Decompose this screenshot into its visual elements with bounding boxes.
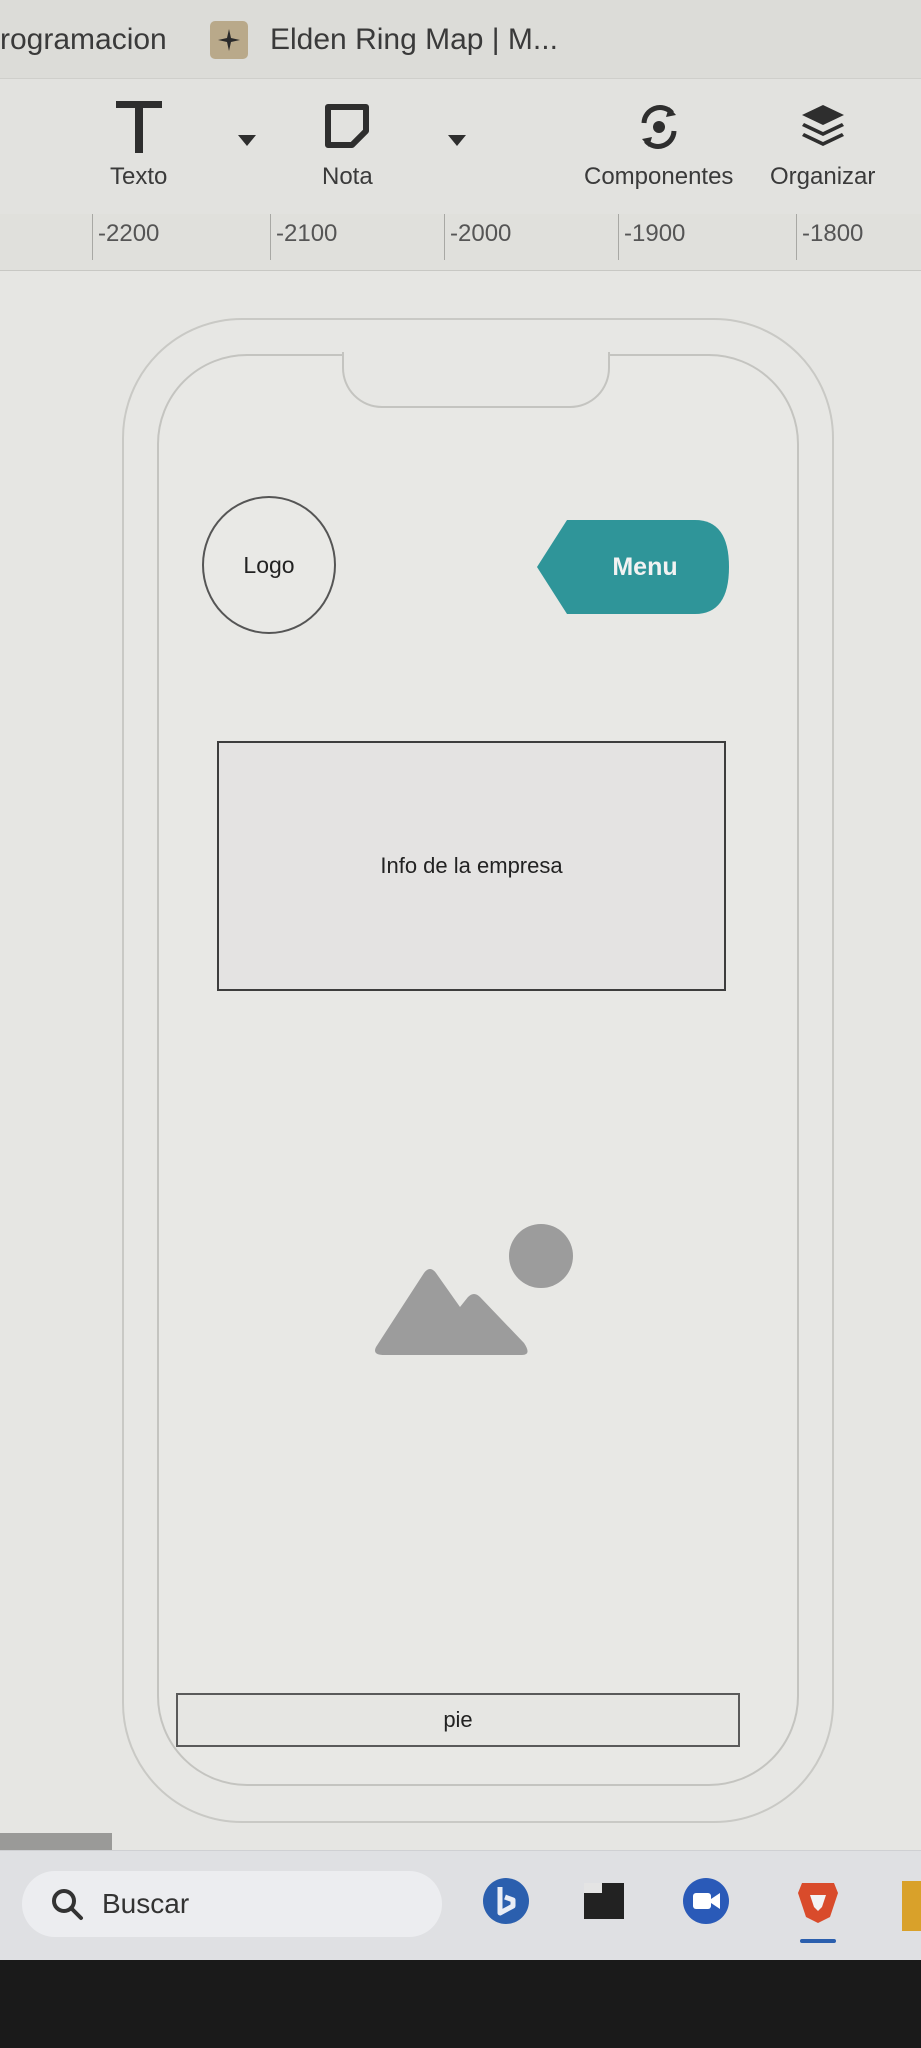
note-tool-label: Nota <box>322 163 373 190</box>
ruler-label: -2200 <box>98 220 160 247</box>
text-tool-button[interactable]: Texto <box>110 99 167 191</box>
text-dropdown-caret-icon[interactable] <box>238 135 256 146</box>
bookmark-label: rogramacion <box>0 23 167 56</box>
file-explorer-icon[interactable] <box>578 1875 630 1927</box>
footer-box[interactable]: pie <box>176 1693 740 1747</box>
windows-taskbar: Buscar <box>0 1850 921 1961</box>
horizontal-ruler: -2200 -2100 -2000 -1900 -1800 <box>0 214 921 271</box>
active-app-indicator <box>800 1939 836 1943</box>
components-label: Componentes <box>584 163 734 190</box>
arrange-button[interactable]: Organizar <box>770 99 875 191</box>
arrange-label: Organizar <box>770 163 876 190</box>
ruler-tick <box>444 214 445 260</box>
search-placeholder: Buscar <box>102 1888 190 1919</box>
screen-bezel <box>0 1960 921 2048</box>
company-info-box[interactable]: Info de la empresa <box>217 741 726 991</box>
bookmark-elden-ring-map[interactable]: Elden Ring Map | M... <box>210 18 558 62</box>
elden-ring-favicon-icon <box>210 21 248 59</box>
design-canvas[interactable]: Logo Menu Info de la empresa pie <box>0 271 921 1861</box>
logo-circle[interactable]: Logo <box>202 496 336 634</box>
logo-label: Logo <box>243 551 295 578</box>
video-app-icon[interactable] <box>680 1875 732 1927</box>
phone-notch <box>342 352 610 408</box>
bing-icon[interactable] <box>480 1875 532 1927</box>
layers-icon <box>801 105 844 146</box>
footer-label: pie <box>443 1707 473 1732</box>
brave-browser-icon[interactable] <box>792 1875 844 1927</box>
company-info-label: Info de la empresa <box>380 853 563 878</box>
search-icon <box>52 1889 83 1920</box>
ruler-tick <box>92 214 93 260</box>
bookmark-label: Elden Ring Map | M... <box>270 23 558 56</box>
ruler-tick <box>270 214 271 260</box>
ruler-tick <box>796 214 797 260</box>
ruler-label: -1900 <box>624 220 686 247</box>
partial-taskbar-icon[interactable] <box>902 1881 921 1931</box>
ruler-label: -2000 <box>450 220 512 247</box>
text-tool-label: Texto <box>110 163 168 190</box>
components-icon <box>641 105 677 149</box>
menu-label: Menu <box>612 552 678 581</box>
note-tool-button[interactable]: Nota <box>322 99 373 191</box>
bookmarks-bar: rogramacion Elden Ring Map | M... <box>0 0 921 79</box>
text-tool-icon <box>115 101 162 153</box>
ruler-tick <box>618 214 619 260</box>
note-tool-icon <box>325 104 370 148</box>
taskbar-search[interactable]: Buscar <box>22 1871 442 1937</box>
image-placeholder-icon[interactable] <box>372 1221 578 1366</box>
ruler-label: -2100 <box>276 220 338 247</box>
note-dropdown-caret-icon[interactable] <box>448 135 466 146</box>
editor-toolbar: Texto Nota Componentes Organizar <box>0 79 921 214</box>
bookmark-programacion[interactable]: rogramacion <box>0 18 167 62</box>
components-button[interactable]: Componentes <box>584 99 733 191</box>
ruler-label: -1800 <box>802 220 864 247</box>
menu-shape[interactable]: Menu <box>533 514 735 620</box>
